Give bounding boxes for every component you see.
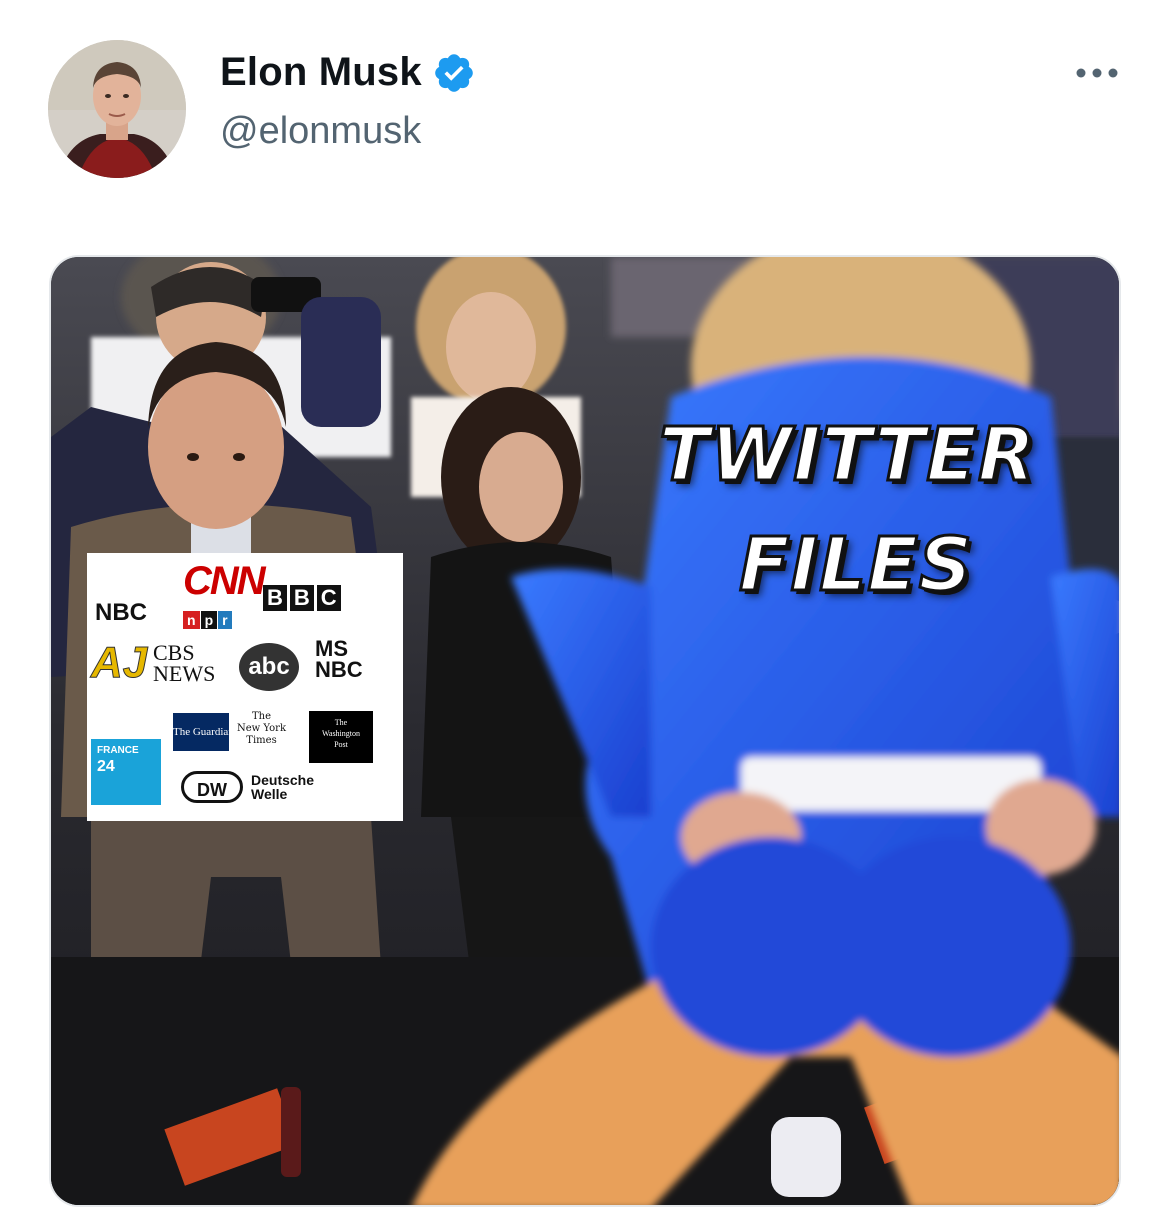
- nyt-logo-line: Times: [246, 735, 277, 746]
- msnbc-logo-line: NBC: [315, 656, 363, 682]
- bbc-logo: BBC: [263, 585, 344, 611]
- meme-caption-line1: TWITTER: [658, 411, 1037, 500]
- washington-post-logo: The Washington Post: [309, 711, 373, 763]
- npr-logo-letter: n: [183, 611, 200, 629]
- france24-logo-number: 24: [97, 758, 115, 775]
- media-logos-board: CNN BBC NBC npr AJ CBS NEWS abc MS NBC T…: [87, 553, 403, 821]
- cnn-logo: CNN: [183, 559, 266, 603]
- npr-logo-letter: p: [200, 611, 218, 629]
- npr-logo-letter: r: [218, 611, 232, 629]
- nyt-logo: The New York Times: [237, 711, 286, 747]
- wapo-logo-line: Washington: [321, 729, 361, 739]
- wapo-logo-line: Post: [334, 740, 348, 750]
- bbc-logo-letter: C: [316, 585, 341, 611]
- verified-badge-icon: [432, 51, 476, 95]
- msnbc-logo: MS NBC: [315, 638, 363, 682]
- nyt-logo-line: The: [251, 711, 272, 722]
- france24-logo-line: FRANCE: [97, 745, 139, 756]
- author-handle[interactable]: @elonmusk: [220, 110, 421, 153]
- author-name-row[interactable]: Elon Musk: [220, 50, 476, 95]
- bbc-logo-letter: B: [263, 585, 287, 611]
- npr-logo: npr: [183, 611, 233, 629]
- nyt-logo-line: New York: [237, 723, 286, 734]
- nbc-logo: NBC: [95, 599, 147, 626]
- avatar[interactable]: [48, 40, 186, 178]
- author-display-name[interactable]: Elon Musk: [220, 50, 422, 95]
- wapo-logo-line: The: [334, 718, 348, 727]
- bbc-logo-letter: B: [289, 585, 314, 611]
- more-horizontal-icon[interactable]: [1074, 58, 1120, 88]
- dw-logo-name-line: Welle: [251, 786, 288, 802]
- avatar-image: [48, 40, 186, 178]
- al-jazeera-logo: AJ: [90, 638, 148, 687]
- abc-logo: abc: [239, 643, 299, 691]
- cbs-logo-line: NEWS: [153, 660, 216, 686]
- france24-logo: FRANCE 24: [91, 739, 161, 805]
- guardian-logo: The Guardian: [173, 713, 234, 751]
- dw-logo-name-line: Deutsche: [251, 772, 315, 788]
- dw-logo-mark: DW: [181, 771, 243, 803]
- cbs-news-logo: CBS NEWS: [153, 642, 216, 686]
- tweet-media-image[interactable]: TWITTER FILES CNN BBC NBC npr AJ CBS NEW…: [49, 255, 1121, 1207]
- dw-logo-name: Deutsche Welle: [251, 773, 314, 801]
- meme-caption-line2: FILES: [738, 521, 974, 610]
- deutsche-welle-logo: DW Deutsche Welle: [181, 771, 314, 803]
